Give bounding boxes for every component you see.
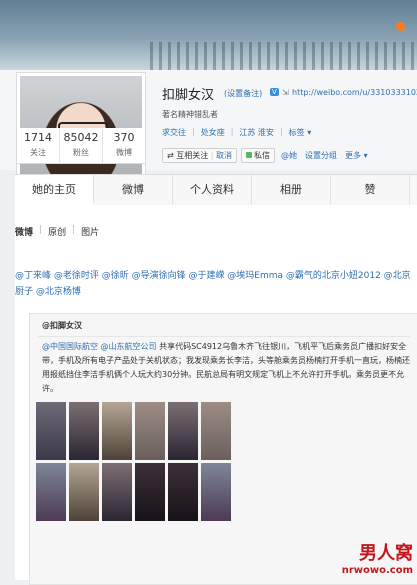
site-watermark: 男人窝 nrwowo.com <box>342 539 413 576</box>
post-mentions[interactable]: @丁来峰 @老徐时评 @徐昕 @导演徐向锋 @于建嵘 @埃玛Emma @霸气的北… <box>15 268 417 300</box>
profile-actions: ⇄ 互相关注 | 取消 私信 @她 设置分组 更多 ▾ <box>162 148 370 163</box>
photo-thumbnail[interactable] <box>168 463 198 521</box>
filter-weibo[interactable]: 微博 <box>15 225 33 238</box>
filter-original[interactable]: 原创 <box>48 225 66 238</box>
mutual-follow-label: ⇄ 互相关注 <box>167 151 209 160</box>
stat-value: 370 <box>113 131 135 144</box>
mutual-follow-button[interactable]: ⇄ 互相关注 | 取消 <box>162 148 238 163</box>
stat-label: 关注 <box>30 148 46 157</box>
tab-home[interactable]: 她的主页 <box>15 175 94 205</box>
profile-name: 扣脚女汉 <box>162 88 215 103</box>
photo-grid <box>36 402 231 521</box>
repost-text: @中国国际航空 @山东航空公司 共享代码SC4912乌鲁木齐飞往银川，飞机平飞后… <box>42 340 414 396</box>
filter-divider: | <box>72 225 76 235</box>
stat-label: 微博 <box>116 148 132 157</box>
filter-pictures[interactable]: 图片 <box>81 225 99 238</box>
stat-followers[interactable]: 85042 粉丝 <box>60 128 103 163</box>
tag-item[interactable]: 处女座 <box>201 127 225 138</box>
repost-divider <box>38 336 410 337</box>
photo-thumbnail[interactable] <box>201 402 231 460</box>
photo-thumbnail[interactable] <box>102 402 132 460</box>
stat-posts[interactable]: 370 微博 <box>103 128 145 163</box>
tags-dropdown[interactable]: 标签 ▾ <box>289 127 312 138</box>
tab-likes[interactable]: 赞 <box>331 175 410 205</box>
photo-thumbnail[interactable] <box>168 402 198 460</box>
mention-airline-1[interactable]: @中国国际航空 <box>42 342 98 351</box>
message-icon <box>246 152 253 158</box>
vip-badge[interactable]: V <box>270 88 279 96</box>
watermark-site: nrwowo.com <box>341 565 413 576</box>
photo-thumbnail[interactable] <box>36 402 66 460</box>
tab-weibo[interactable]: 微博 <box>94 175 173 205</box>
cover-trees <box>150 42 417 70</box>
tab-profile[interactable]: 个人资料 <box>173 175 252 205</box>
stat-value: 85042 <box>63 131 99 144</box>
repost-author[interactable]: @扣脚女汉 <box>42 320 82 331</box>
photo-thumbnail[interactable] <box>36 463 66 521</box>
more-dropdown[interactable]: 更多 ▾ <box>343 148 370 163</box>
profile-tags: 求交往 | 处女座 | 江苏 淮安 | 标签 ▾ <box>162 127 311 138</box>
tag-divider: | <box>279 127 283 136</box>
profile-stats: 1714 关注 85042 粉丝 370 微博 <box>16 128 146 164</box>
tag-item[interactable]: 江苏 淮安 <box>239 127 274 138</box>
tag-item[interactable]: 求交往 <box>162 127 186 138</box>
photo-thumbnail[interactable] <box>201 463 231 521</box>
stat-label: 粉丝 <box>73 148 89 157</box>
divider: | <box>210 151 214 160</box>
set-group-link[interactable]: 设置分组 <box>303 148 339 163</box>
mention-airline-2[interactable]: @山东航空公司 <box>101 342 157 351</box>
set-remark-link[interactable]: (设置备注) <box>224 88 262 99</box>
stat-following[interactable]: 1714 关注 <box>17 128 60 163</box>
cover-banner <box>0 0 417 70</box>
profile-url[interactable]: http://weibo.com/u/3310333102 <box>292 88 417 97</box>
repost-body: 共享代码SC4912乌鲁木齐飞往银川，飞机平飞后乘务员广播扣好安全带，手机及所有… <box>42 342 410 393</box>
photo-thumbnail[interactable] <box>135 463 165 521</box>
profile-tabs: 她的主页 微博 个人资料 相册 赞 <box>15 174 417 206</box>
link-icon: ⇲ <box>282 88 289 97</box>
message-button[interactable]: 私信 <box>241 148 276 163</box>
main-content: 微博 | 原创 | 图片 @丁来峰 @老徐时评 @徐昕 @导演徐向锋 @于建嵘 … <box>15 205 417 585</box>
unfollow-link[interactable]: 取消 <box>216 151 232 160</box>
mention-her-link[interactable]: @她 <box>279 148 299 163</box>
feed-filter: 微博 | 原创 | 图片 <box>15 225 99 238</box>
tag-divider: | <box>230 127 234 136</box>
watermark-logo: 男人窝 <box>359 543 413 564</box>
photo-thumbnail[interactable] <box>69 463 99 521</box>
tag-divider: | <box>192 127 195 136</box>
cover-sun <box>396 22 405 31</box>
photo-thumbnail[interactable] <box>135 402 165 460</box>
tab-album[interactable]: 相册 <box>252 175 331 205</box>
profile-signature: 著名精神错乱者 <box>162 110 218 119</box>
message-label: 私信 <box>254 151 271 160</box>
photo-thumbnail[interactable] <box>69 402 99 460</box>
stat-value: 1714 <box>24 131 52 144</box>
photo-thumbnail[interactable] <box>102 463 132 521</box>
filter-divider: | <box>39 225 43 235</box>
